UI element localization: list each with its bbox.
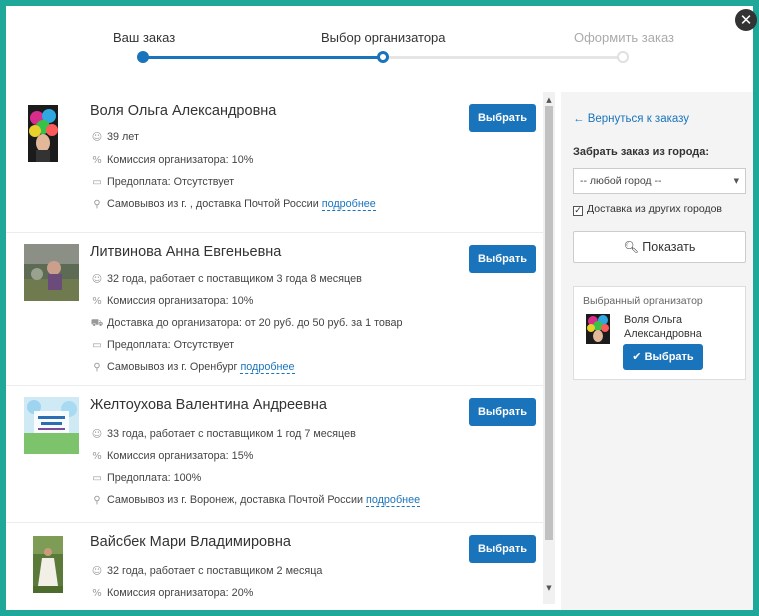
stepper-progress	[143, 56, 383, 59]
chevron-down-icon: ▼	[733, 177, 739, 185]
info-pickup: ⚲ Самовывоз из г. , доставка Почтой Росси…	[90, 198, 376, 211]
scrollbar-thumb[interactable]	[545, 106, 553, 540]
percent-icon: %	[92, 296, 102, 307]
scroll-up-arrow-icon[interactable]: ▲	[543, 94, 555, 106]
info-pickup: ⚲ Самовывоз из г. Оренбург подробнее	[90, 361, 295, 374]
info-prepayment: ▭ Предоплата: 100%	[90, 472, 201, 484]
percent-icon: %	[92, 451, 102, 462]
step-dot-choose-organizer	[377, 51, 389, 63]
details-link[interactable]: подробнее	[366, 494, 421, 507]
step-label-your-order: Ваш заказ	[113, 30, 176, 45]
info-pickup: ⚲ Самовывоз из г. Воронеж, доставка Почто…	[90, 494, 421, 507]
choose-button[interactable]: Выбрать	[469, 104, 536, 132]
selected-organizer-avatar	[586, 314, 610, 344]
person-icon: ☺	[91, 429, 103, 440]
organizer-avatar	[28, 105, 58, 162]
info-age: ☺ 33 года, работает с поставщиком 1 год 7…	[91, 428, 356, 440]
city-select[interactable]: -- любой город -- ▼	[573, 168, 746, 194]
person-icon: ☺	[91, 566, 103, 577]
other-cities-checkbox[interactable]: ✓	[573, 206, 583, 216]
selected-organizer-name: Воля Ольга Александровна	[624, 314, 702, 340]
info-age: ☺ 32 года, работает с поставщиком 2 месяц…	[91, 565, 323, 577]
organizer-card: Литвинова Анна Евгеньевна Выбрать ☺ 32 го…	[6, 233, 543, 386]
info-commission: % Комиссия организатора: 10%	[90, 295, 253, 307]
organizer-name: Воля Ольга Александровна	[90, 103, 277, 119]
card-icon: ▭	[92, 177, 102, 188]
step-label-choose-organizer: Выбор организатора	[321, 30, 446, 45]
info-commission: % Комиссия организатора: 10%	[90, 154, 253, 166]
organizer-list: Воля Ольга Александровна Выбрать ☺ 39 лет…	[6, 92, 543, 604]
pin-icon: ⚲	[93, 362, 101, 373]
confirm-choose-button[interactable]: ✔ Выбрать	[623, 344, 703, 370]
order-stepper: Ваш заказ Выбор организатора Оформить за…	[6, 6, 753, 92]
info-commission: % Комиссия организатора: 15%	[90, 450, 253, 462]
filter-sidebar: ← Вернуться к заказу Забрать заказ из го…	[561, 92, 753, 610]
info-prepayment: ▭ Предоплата: Отсутствует	[90, 339, 234, 351]
pin-icon: ⚲	[93, 199, 101, 210]
step-dot-your-order	[137, 51, 149, 63]
check-icon: ✔	[632, 350, 642, 363]
card-icon: ▭	[92, 340, 102, 351]
city-label: Забрать заказ из города:	[573, 146, 710, 158]
organizer-avatar	[24, 244, 79, 301]
organizer-name: Литвинова Анна Евгеньевна	[90, 244, 282, 260]
details-link[interactable]: подробнее	[321, 198, 376, 211]
selected-organizer-panel: Выбранный организатор Воля Ольга Алексан…	[573, 286, 746, 380]
organizer-card: Воля Ольга Александровна Выбрать ☺ 39 лет…	[6, 92, 543, 233]
info-prepayment: ▭ Предоплата: Отсутствует	[90, 176, 234, 188]
back-to-order-link[interactable]: ← Вернуться к заказу	[573, 113, 689, 125]
show-button[interactable]: 🔍︎ Показать	[573, 231, 746, 263]
organizer-avatar	[33, 536, 63, 593]
scroll-down-arrow-icon[interactable]: ▼	[543, 582, 555, 594]
organizer-card: Вайсбек Мари Владимировна Выбрать ☺ 32 го…	[6, 523, 543, 604]
percent-icon: %	[92, 155, 102, 166]
percent-icon: %	[92, 588, 102, 599]
choose-button[interactable]: Выбрать	[469, 398, 536, 426]
pin-icon: ⚲	[93, 495, 101, 506]
organizer-name: Вайсбек Мари Владимировна	[90, 534, 291, 550]
person-icon: ☺	[91, 274, 103, 285]
selected-organizer-title: Выбранный организатор	[583, 295, 703, 307]
other-cities-option: ✓ Доставка из других городов	[573, 203, 722, 216]
info-age: ☺ 39 лет	[91, 131, 139, 143]
close-icon[interactable]: ✕	[735, 9, 757, 31]
organizer-name: Желтоухова Валентина Андреевна	[90, 397, 327, 413]
person-icon: ☺	[91, 132, 103, 143]
card-icon: ▭	[92, 473, 102, 484]
organizer-avatar	[24, 397, 79, 454]
info-delivery: ⛟ Доставка до организатора: от 20 руб. до…	[90, 317, 403, 329]
organizer-card: Желтоухова Валентина Андреевна Выбрать ☺…	[6, 386, 543, 523]
step-label-checkout: Оформить заказ	[574, 30, 675, 45]
info-commission: % Комиссия организатора: 20%	[90, 587, 253, 599]
organizer-modal: Ваш заказ Выбор организатора Оформить за…	[6, 6, 753, 610]
choose-button[interactable]: Выбрать	[469, 245, 536, 273]
choose-button[interactable]: Выбрать	[469, 535, 536, 563]
truck-icon: ⛟	[90, 318, 104, 329]
info-age: ☺ 32 года, работает с поставщиком 3 года …	[91, 273, 362, 285]
search-icon: 🔍︎	[623, 240, 639, 254]
other-cities-label: Доставка из других городов	[587, 203, 722, 215]
details-link[interactable]: подробнее	[240, 361, 295, 374]
step-dot-checkout	[617, 51, 629, 63]
